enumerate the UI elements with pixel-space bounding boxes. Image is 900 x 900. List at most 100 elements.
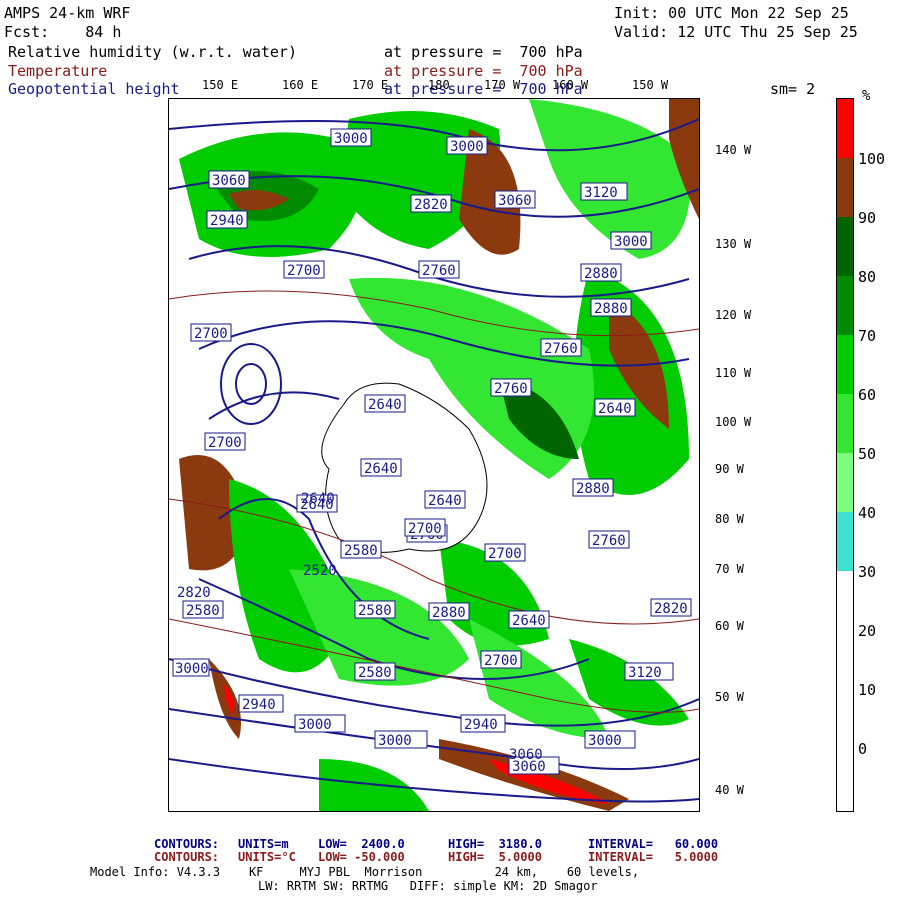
- svg-text:3000: 3000: [614, 234, 648, 250]
- contour-label: 2700: [283, 260, 325, 279]
- svg-text:2760: 2760: [422, 263, 456, 279]
- contour-label: 3000: [446, 136, 488, 155]
- colorbar-segment: [837, 335, 853, 394]
- map-panel: 3000 3000 3060 3120 2820 3060 2940 2880 …: [168, 98, 700, 812]
- lon-label: 120 W: [715, 308, 752, 322]
- contour-label: 2700: [404, 518, 446, 537]
- contour-label: 2820: [177, 585, 211, 601]
- svg-text:3060: 3060: [509, 747, 543, 763]
- svg-text:3000: 3000: [378, 733, 412, 749]
- colorbar-tick: 100: [858, 150, 886, 168]
- colorbar-tick: 90: [858, 209, 877, 227]
- svg-text:2580: 2580: [186, 603, 220, 619]
- lon-label: 70 W: [715, 562, 744, 576]
- lon-label: 60 W: [715, 619, 744, 633]
- footer-temp-label: CONTOURS:: [154, 850, 220, 864]
- contour-label: 2580: [354, 662, 396, 681]
- svg-text:2640: 2640: [364, 461, 398, 477]
- lon-label: 180: [428, 78, 450, 92]
- svg-text:3000: 3000: [588, 733, 622, 749]
- colorbar-tick: 10: [858, 681, 877, 699]
- colorbar-segment: [837, 512, 853, 571]
- lon-label: 80 W: [715, 512, 744, 526]
- svg-text:3060: 3060: [498, 193, 532, 209]
- svg-text:2700: 2700: [488, 546, 522, 562]
- svg-text:2760: 2760: [544, 341, 578, 357]
- contour-label: 2760: [588, 530, 630, 549]
- forecast-hour: Fcst: 84 h: [4, 23, 122, 41]
- colorbar-tick: 20: [858, 622, 877, 640]
- svg-text:2640: 2640: [301, 491, 335, 507]
- footer-model-info: Model Info: V4.3.3 KF MYJ PBL Morrison 2…: [90, 865, 640, 879]
- svg-text:2520: 2520: [303, 563, 337, 579]
- colorbar-tick: 80: [858, 268, 877, 286]
- svg-text:3120: 3120: [584, 185, 618, 201]
- lon-label: 160 W: [552, 78, 589, 92]
- contour-label: 2880: [572, 478, 614, 497]
- colorbar-segment: [837, 394, 853, 453]
- contour-label: 3060: [208, 170, 250, 189]
- field-temp-name: Temperature: [8, 62, 108, 80]
- svg-text:2700: 2700: [287, 263, 321, 279]
- svg-text:2640: 2640: [598, 401, 632, 417]
- contour-label: 2820: [650, 598, 692, 617]
- colorbar-tick: 0: [858, 740, 868, 758]
- contour-label: 2640: [364, 394, 406, 413]
- contour-label: 2640: [424, 490, 466, 509]
- svg-text:2700: 2700: [194, 326, 228, 342]
- svg-text:2760: 2760: [592, 533, 626, 549]
- colorbar-segment: [837, 276, 853, 335]
- svg-text:3000: 3000: [175, 661, 209, 677]
- svg-text:3120: 3120: [628, 665, 662, 681]
- lon-label: 110 W: [715, 366, 752, 380]
- smoothing-label: sm= 2: [770, 80, 816, 98]
- svg-text:2640: 2640: [428, 493, 462, 509]
- contour-label: 2940: [460, 714, 506, 733]
- svg-text:2700: 2700: [484, 653, 518, 669]
- contour-label: 2940: [206, 210, 248, 229]
- contour-label: 2940: [238, 694, 284, 713]
- svg-text:2580: 2580: [344, 543, 378, 559]
- contour-label: 2640: [594, 398, 636, 417]
- contour-label: 2760: [540, 338, 582, 357]
- contour-label: 2700: [190, 323, 232, 342]
- svg-text:2940: 2940: [242, 697, 276, 713]
- contour-label: 2760: [418, 260, 460, 279]
- svg-text:3000: 3000: [450, 139, 484, 155]
- svg-text:2940: 2940: [464, 717, 498, 733]
- colorbar-tick: 30: [858, 563, 877, 581]
- contour-label: 2640: [508, 610, 550, 629]
- footer-temp-units: UNITS=°C: [238, 850, 296, 864]
- contour-label: 2880: [428, 602, 470, 621]
- contour-label: 2760: [490, 378, 532, 397]
- contour-label: 3000: [330, 128, 372, 147]
- svg-text:2640: 2640: [512, 613, 546, 629]
- colorbar-segment: [837, 99, 853, 158]
- lon-label: 150 E: [202, 78, 239, 92]
- contour-label: 2580: [182, 600, 224, 619]
- height-contour: [220, 343, 282, 425]
- contour-label: 3000: [172, 658, 210, 677]
- contour-label: 3000: [584, 730, 636, 749]
- lon-label: 170 E: [352, 78, 389, 92]
- field-rh-level: at pressure = 700 hPa: [384, 43, 583, 61]
- field-rh-name: Relative humidity (w.r.t. water): [8, 43, 297, 61]
- footer-physics-info: LW: RRTM SW: RRTMG DIFF: simple KM: 2D S…: [258, 879, 598, 893]
- svg-text:3000: 3000: [334, 131, 368, 147]
- height-contour: [208, 391, 340, 420]
- svg-text:3060: 3060: [212, 173, 246, 189]
- colorbar-segment: [837, 571, 853, 811]
- colorbar: [836, 98, 854, 812]
- svg-text:2880: 2880: [584, 266, 618, 282]
- lon-label: 170 W: [484, 78, 521, 92]
- colorbar-segment: [837, 453, 853, 512]
- valid-time: Valid: 12 UTC Thu 25 Sep 25: [614, 23, 858, 41]
- svg-text:2880: 2880: [594, 301, 628, 317]
- svg-text:2580: 2580: [358, 665, 392, 681]
- footer-temp-interval: INTERVAL= 5.0000: [588, 850, 719, 864]
- footer-temp-low: LOW= -50.000: [318, 850, 405, 864]
- lon-label: 140 W: [715, 143, 752, 157]
- svg-text:2640: 2640: [368, 397, 402, 413]
- field-height-name: Geopotential height: [8, 80, 180, 98]
- lon-label: 150 W: [632, 78, 669, 92]
